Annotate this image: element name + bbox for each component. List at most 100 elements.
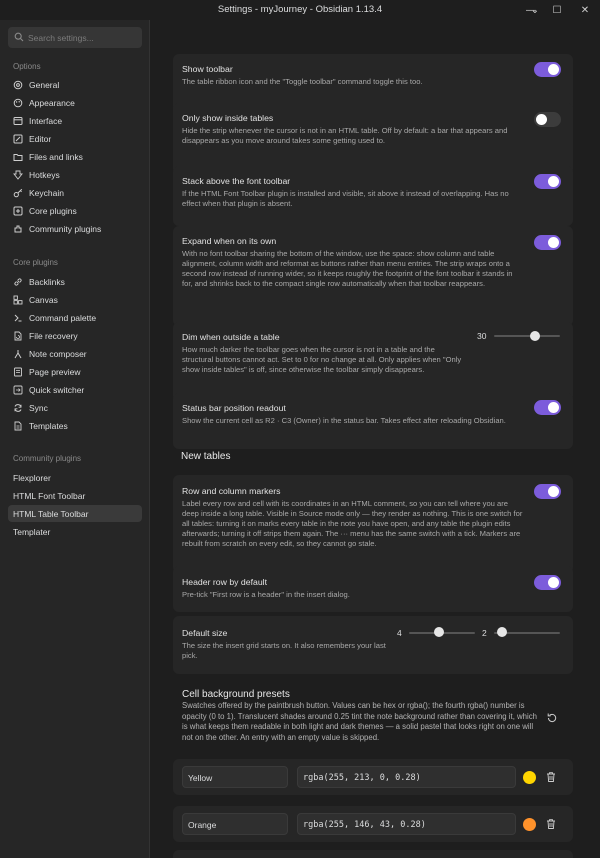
- sidebar-item-label: Interface: [29, 115, 63, 126]
- trash-icon[interactable]: [545, 818, 557, 830]
- setting-dim-when-outside-table: Dim when outside a table How much darker…: [173, 322, 573, 402]
- settings-sidebar: Search settings... Options General Appea…: [0, 20, 150, 858]
- setting-header-row-by-default: Header row by default Pre-tick "First ro…: [173, 566, 573, 612]
- sidebar-item-label: Backlinks: [29, 276, 65, 287]
- title-bar: ⌄ Settings - myJourney - Obsidian 1.13.4…: [0, 0, 600, 20]
- appearance-icon: [13, 98, 23, 107]
- file-recovery-icon: [14, 331, 22, 340]
- sidebar-item-files-and-links[interactable]: Files and links: [8, 148, 142, 165]
- setting-only-show-inside-tables: Only show inside tables Hide the strip w…: [173, 103, 573, 175]
- note-composer-icon: [14, 349, 22, 358]
- sidebar-item-label: Note composer: [29, 348, 87, 359]
- hotkeys-icon: [13, 170, 23, 180]
- sidebar-item-templates[interactable]: Templates: [8, 417, 142, 434]
- editor-icon: [13, 134, 23, 143]
- status-bar-readout-toggle[interactable]: [534, 400, 561, 415]
- sidebar-item-label: File recovery: [29, 330, 78, 341]
- community-plugins-icon: [14, 225, 22, 232]
- header-row-by-default-toggle[interactable]: [534, 575, 561, 590]
- sidebar-item-appearance[interactable]: Appearance: [8, 94, 142, 111]
- sidebar-item-html-font-toolbar[interactable]: HTML Font Toolbar: [8, 487, 142, 504]
- default-rows-value: 4: [397, 628, 402, 638]
- setting-description: If the HTML Font Toolbar plugin is insta…: [182, 189, 509, 208]
- sidebar-item-quick-switcher[interactable]: Quick switcher: [8, 381, 142, 398]
- sidebar-item-label: Editor: [29, 133, 52, 144]
- backlinks-icon: [14, 277, 22, 286]
- sidebar-item-label: Keychain: [29, 187, 64, 198]
- row-column-markers-toggle[interactable]: [534, 484, 561, 499]
- sidebar-item-label: Flexplorer: [13, 472, 51, 483]
- default-cols-value: 2: [482, 628, 487, 638]
- toggle-knob: [548, 237, 559, 248]
- sidebar-item-canvas[interactable]: Canvas: [8, 291, 142, 308]
- search-placeholder: Search settings...: [28, 33, 94, 43]
- setting-expand-when-on-its-own: Expand when on its own With no font tool…: [173, 226, 573, 326]
- sidebar-item-interface[interactable]: Interface: [8, 112, 142, 129]
- stack-above-font-toolbar-toggle[interactable]: [534, 174, 561, 189]
- toggle-knob: [536, 114, 547, 125]
- sidebar-item-page-preview[interactable]: Page preview: [8, 363, 142, 380]
- close-window-button[interactable]: ✕: [572, 0, 598, 20]
- sidebar-item-general[interactable]: General: [8, 76, 142, 93]
- reset-icon: [547, 713, 557, 723]
- sidebar-item-command-palette[interactable]: Command palette: [8, 309, 142, 326]
- settings-content: Show toolbar The table ribbon icon and t…: [151, 20, 600, 858]
- setting-description: Hide the strip whenever the cursor is no…: [182, 126, 508, 145]
- setting-name: Default size: [182, 628, 228, 638]
- only-show-inside-tables-toggle[interactable]: [534, 112, 561, 127]
- quick-switcher-icon: [13, 385, 23, 394]
- sidebar-item-core-plugins[interactable]: Core plugins: [8, 202, 142, 219]
- maximize-button[interactable]: ☐: [544, 0, 570, 20]
- preset-row-partial: [173, 850, 573, 858]
- toggle-knob: [548, 176, 559, 187]
- dim-slider-value: 30: [477, 331, 487, 341]
- preset-row-orange: Orange rgba(255, 146, 43, 0.28): [173, 806, 573, 842]
- toggle-knob: [548, 577, 559, 588]
- sidebar-item-html-table-toolbar[interactable]: HTML Table Toolbar: [8, 505, 142, 522]
- expand-when-on-its-own-toggle[interactable]: [534, 235, 561, 250]
- close-icon: ✕: [580, 4, 590, 16]
- preset-color-swatch[interactable]: [523, 818, 536, 831]
- dim-slider-track[interactable]: [494, 335, 560, 337]
- sidebar-item-file-recovery[interactable]: File recovery: [8, 327, 142, 344]
- sidebar-item-editor[interactable]: Editor: [8, 130, 142, 147]
- preset-value-input[interactable]: rgba(255, 213, 0, 0.28): [297, 766, 516, 788]
- setting-description: Label every row and cell with its coordi…: [182, 499, 523, 548]
- default-rows-slider-thumb[interactable]: [433, 627, 444, 637]
- options-section-header: Options: [13, 62, 41, 71]
- core-plugins-icon: [13, 206, 23, 215]
- sidebar-item-note-composer[interactable]: Note composer: [8, 345, 142, 362]
- sidebar-item-label: Templates: [29, 420, 68, 431]
- sidebar-item-templater[interactable]: Templater: [8, 523, 142, 540]
- sidebar-item-label: HTML Font Toolbar: [13, 490, 86, 501]
- setting-description: The table ribbon icon and the "Toggle to…: [182, 77, 423, 86]
- preset-name-input[interactable]: Orange: [182, 813, 288, 835]
- default-cols-slider-thumb[interactable]: [496, 627, 507, 637]
- setting-name: Row and column markers: [182, 486, 281, 496]
- preset-name-input[interactable]: Yellow: [182, 766, 288, 788]
- sidebar-item-community-plugins[interactable]: Community plugins: [8, 220, 142, 237]
- search-settings-input[interactable]: Search settings...: [8, 27, 142, 48]
- trash-icon[interactable]: [545, 771, 557, 783]
- minimize-button[interactable]: —: [518, 0, 544, 20]
- search-icon: [14, 32, 24, 42]
- reset-presets-button[interactable]: [546, 712, 558, 724]
- setting-default-size: Default size The size the insert grid st…: [173, 616, 573, 674]
- preset-color-swatch[interactable]: [523, 771, 536, 784]
- setting-name: Header row by default: [182, 577, 267, 587]
- preset-value-input[interactable]: rgba(255, 146, 43, 0.28): [297, 813, 516, 835]
- dim-slider-thumb[interactable]: [529, 331, 540, 341]
- sidebar-item-label: Core plugins: [29, 205, 77, 216]
- sidebar-item-label: Sync: [29, 402, 48, 413]
- maximize-icon: ☐: [552, 4, 562, 16]
- presets-description: Swatches offered by the paintbrush butto…: [182, 701, 537, 742]
- sidebar-item-backlinks[interactable]: Backlinks: [8, 273, 142, 290]
- sidebar-item-label: Command palette: [29, 312, 97, 323]
- new-tables-heading: New tables: [181, 451, 231, 462]
- sidebar-item-sync[interactable]: Sync: [8, 399, 142, 416]
- show-toolbar-toggle[interactable]: [534, 62, 561, 77]
- setting-row-column-markers: Row and column markers Label every row a…: [173, 475, 573, 573]
- sidebar-item-keychain[interactable]: Keychain: [8, 184, 142, 201]
- sidebar-item-flexplorer[interactable]: Flexplorer: [8, 469, 142, 486]
- sidebar-item-hotkeys[interactable]: Hotkeys: [8, 166, 142, 183]
